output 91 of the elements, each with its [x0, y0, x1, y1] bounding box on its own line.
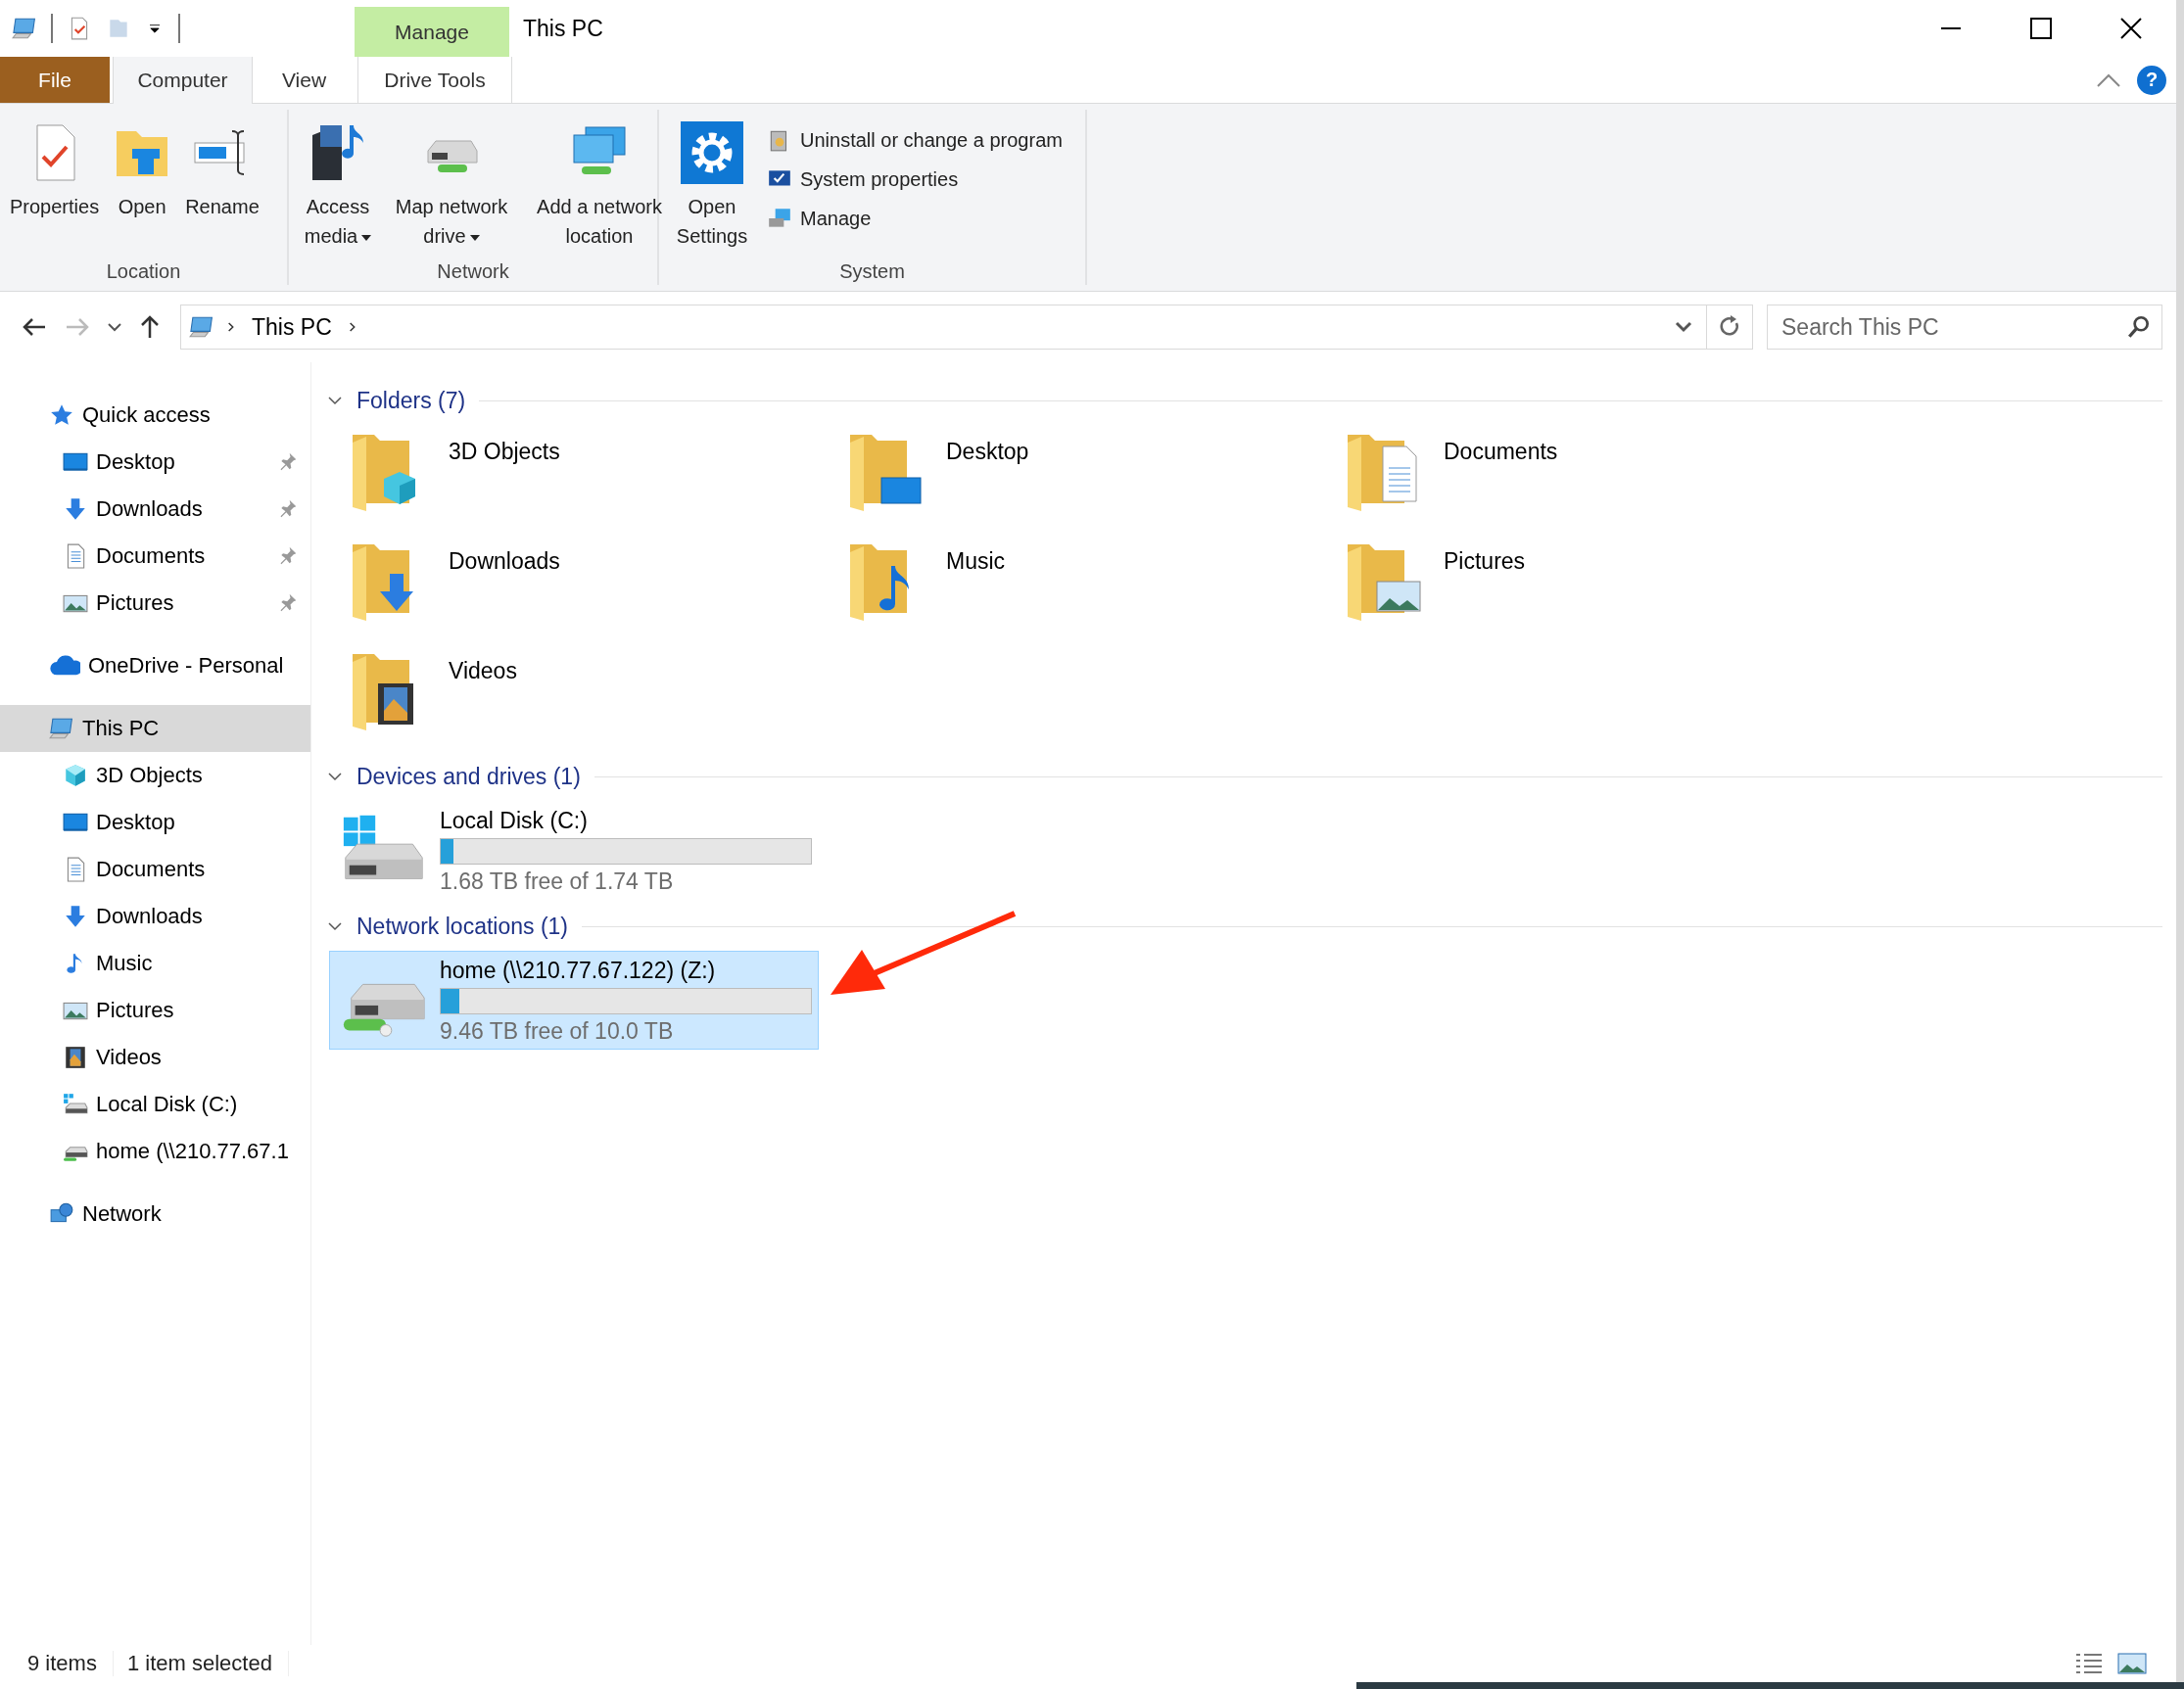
- nav-item[interactable]: Pictures: [0, 580, 310, 627]
- drive-item[interactable]: home (\\210.77.67.122) (Z:) 9.46 TB free of 10.0 TB: [329, 951, 819, 1050]
- folder-item[interactable]: Music: [846, 537, 1344, 646]
- computer-icon: [49, 716, 74, 741]
- nav-label: Local Disk (C:): [96, 1092, 238, 1117]
- nav-label: Videos: [96, 1045, 162, 1070]
- ribbon-group-label: Network: [436, 260, 510, 284]
- ribbon-command[interactable]: Map network drive: [385, 117, 518, 255]
- contextual-tab-header: Manage: [355, 7, 509, 57]
- breadcrumb[interactable]: This PC: [248, 313, 336, 341]
- nav-item[interactable]: Desktop: [0, 799, 310, 846]
- ribbon-command[interactable]: Access media: [295, 117, 381, 255]
- nav-label: This PC: [82, 716, 160, 741]
- collapse-ribbon-button[interactable]: [2096, 71, 2121, 88]
- ribbon-command[interactable]: Manage: [763, 200, 1067, 237]
- pin-icon: [278, 451, 298, 471]
- nav-label: Desktop: [96, 810, 175, 835]
- window-title: This PC: [523, 14, 603, 43]
- nav-label: Music: [96, 951, 153, 976]
- folder-item[interactable]: Pictures: [1344, 537, 1841, 646]
- search-input[interactable]: Search This PC: [1780, 312, 2126, 342]
- folder-item[interactable]: 3D Objects: [349, 427, 846, 537]
- nav-item[interactable]: Documents: [0, 846, 310, 893]
- nav-item[interactable]: 3D Objects: [0, 752, 310, 799]
- nav-label: Downloads: [96, 904, 203, 929]
- drive-name: Local Disk (C:): [440, 808, 589, 834]
- selection-count: 1 item selected: [126, 1651, 289, 1676]
- group-header[interactable]: Network locations (1): [327, 906, 2162, 947]
- close-icon: [2120, 18, 2142, 39]
- ribbon-command[interactable]: Rename: [181, 117, 263, 225]
- nav-label: Documents: [96, 857, 206, 882]
- free-space-text: 1.68 TB free of 1.74 TB: [440, 868, 675, 895]
- nav-label: Documents: [96, 543, 206, 569]
- settings-icon: [681, 121, 743, 184]
- nav-label: Quick access: [82, 402, 211, 428]
- star-icon: [49, 402, 74, 428]
- chevron-down-icon: [108, 322, 121, 332]
- computer-icon: [12, 16, 37, 41]
- nav-item[interactable]: OneDrive - Personal: [0, 642, 310, 689]
- nav-label: Pictures: [96, 590, 174, 616]
- nav-item[interactable]: Downloads: [0, 486, 310, 533]
- search-field[interactable]: Search This PC: [1767, 305, 2162, 350]
- pin-icon: [278, 498, 298, 518]
- nav-item[interactable]: Videos: [0, 1034, 310, 1081]
- minimize-icon: [1940, 27, 1962, 29]
- pin-icon: [278, 592, 298, 612]
- nav-item[interactable]: home (\\210.77.67.1: [0, 1128, 310, 1175]
- ribbon-group-label: Location: [105, 260, 182, 284]
- nav-label: Downloads: [96, 496, 203, 522]
- nav-item[interactable]: Local Disk (C:): [0, 1081, 310, 1128]
- nav-item[interactable]: Network: [0, 1191, 310, 1238]
- ribbon-command[interactable]: System properties: [763, 161, 1067, 198]
- drive-item[interactable]: Local Disk (C:) 1.68 TB free of 1.74 TB: [329, 801, 819, 900]
- folder-item[interactable]: Downloads: [349, 537, 846, 646]
- nav-item[interactable]: Quick access: [0, 392, 310, 439]
- folder-item[interactable]: Documents: [1344, 427, 1841, 537]
- nav-label: Desktop: [96, 449, 175, 475]
- nav-label: Network: [82, 1201, 162, 1227]
- ribbon-tab[interactable]: Computer: [113, 57, 253, 104]
- folder-item[interactable]: Videos: [349, 646, 846, 756]
- nav-label: home (\\210.77.67.1: [96, 1139, 289, 1164]
- group-header[interactable]: Devices and drives (1): [327, 756, 2162, 797]
- nav-item[interactable]: Music: [0, 940, 310, 987]
- cube-icon: [63, 763, 88, 788]
- ribbon-group-label: System: [838, 260, 906, 284]
- help-button[interactable]: ?: [2137, 65, 2166, 95]
- group-header[interactable]: Folders (7): [327, 380, 2162, 421]
- free-space-text: 9.46 TB free of 10.0 TB: [440, 1018, 675, 1045]
- address-bar[interactable]: This PC: [180, 305, 1753, 350]
- drive-name: home (\\210.77.67.122) (Z:): [440, 958, 717, 984]
- ribbon-command[interactable]: Properties: [6, 117, 104, 225]
- nav-item[interactable]: Pictures: [0, 987, 310, 1034]
- pin-icon: [278, 545, 298, 565]
- folder-item[interactable]: Desktop: [846, 427, 1344, 537]
- ribbon-tab[interactable]: Drive Tools: [357, 57, 512, 103]
- film-icon: [63, 1045, 88, 1070]
- search-icon: [2126, 314, 2152, 340]
- nav-item[interactable]: Downloads: [0, 893, 310, 940]
- nav-label: 3D Objects: [96, 763, 203, 788]
- ribbon-command[interactable]: Uninstall or change a program: [763, 121, 1067, 159]
- nav-label: Pictures: [96, 998, 174, 1023]
- nav-label: OneDrive - Personal: [88, 653, 284, 679]
- nav-item[interactable]: Desktop: [0, 439, 310, 486]
- nav-item[interactable]: This PC: [0, 705, 310, 752]
- computer-icon: [189, 314, 214, 340]
- maximize-icon: [2030, 18, 2052, 39]
- ribbon-tab[interactable]: File: [0, 57, 110, 103]
- chevron-down-icon: [1675, 321, 1692, 333]
- item-count: 9 items: [27, 1651, 114, 1676]
- nav-item[interactable]: Documents: [0, 533, 310, 580]
- ribbon-command[interactable]: Open: [107, 117, 178, 225]
